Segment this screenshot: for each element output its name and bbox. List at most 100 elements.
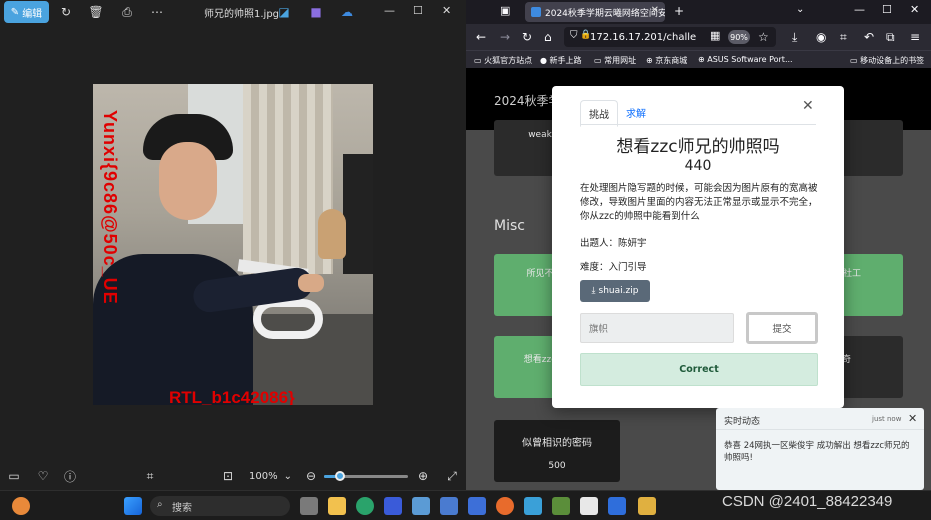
weather-icon[interactable] [12, 497, 30, 515]
print-icon[interactable]: ⎙ [119, 4, 135, 20]
lock-icon: 🔒 [580, 30, 592, 40]
forward-icon[interactable]: → [500, 30, 510, 44]
zoom-slider-thumb[interactable] [335, 471, 345, 481]
watermark-vertical: Yunxi{9c86@50c_UE [100, 110, 120, 305]
delete-icon[interactable]: 🗑 [88, 4, 104, 20]
challenge-card-title: 似曾相识的密码 [522, 438, 592, 449]
app-icon[interactable] [638, 497, 656, 515]
toast-title: 实时动态 [724, 417, 761, 427]
edge-icon[interactable] [356, 497, 374, 515]
toast-header: 实时动态 just now ✕ [716, 408, 924, 430]
more-icon[interactable]: ⋯ [149, 4, 165, 20]
active-tab[interactable]: 2024秋季学期云曦网络空间安 ✕ [525, 2, 665, 22]
tab-close-icon[interactable]: ✕ [651, 5, 659, 16]
shield-icon: ⛉ [570, 30, 578, 41]
photo-headphones [253, 299, 323, 339]
zoom-in-icon[interactable]: ⊕ [415, 468, 431, 484]
zoom-out-icon[interactable]: ⊖ [303, 468, 319, 484]
close-icon[interactable]: ✕ [802, 98, 814, 114]
download-file-button[interactable]: ⤓ shuai.zip [580, 280, 650, 302]
photo-viewer-window: ✎ 编辑 ↻ 🗑 ⎙ ⋯ 师兄的帅照1.jpg ◪ ■ ☁ — ☐ ✕ Yunx… [0, 0, 466, 490]
csdn-watermark: CSDN @2401_88422349 [722, 493, 893, 510]
undo-icon[interactable]: ↶ [864, 30, 874, 44]
zoom-badge[interactable]: 90% [728, 30, 750, 44]
task-view-icon[interactable] [300, 497, 318, 515]
watermark-bottom: RTL_b1c42086} [169, 388, 295, 405]
navigation-bar: ← → ↻ ⌂ ⛉ 🔒 172.16.17.201/challe ▦ 90% ☆… [466, 24, 931, 50]
fit-window-icon[interactable]: ⊡ [220, 468, 236, 484]
close-icon[interactable]: ✕ [910, 3, 919, 16]
tab-challenge[interactable]: 挑战 [580, 100, 618, 127]
close-icon[interactable]: ✕ [908, 412, 917, 425]
bookmark-item[interactable]: ▭ 火狐官方站点 [474, 55, 532, 66]
home-icon[interactable]: ⌂ [544, 30, 552, 44]
bookmark-item[interactable]: ▭ 移动设备上的书签 [850, 55, 924, 66]
flag-input[interactable]: 旗帜 [580, 313, 734, 343]
menu-icon[interactable]: ≡ [910, 30, 920, 44]
challenge-difficulty: 难度：入门引导 [580, 262, 647, 273]
browser-window: ▣ 2024秋季学期云曦网络空间安 ✕ + ⌄ — ☐ ✕ ← → ↻ ⌂ ⛉ … [466, 0, 931, 490]
windows-start-icon[interactable] [124, 497, 142, 515]
clipchamp-icon[interactable]: ■ [308, 4, 324, 20]
onedrive-icon[interactable]: ☁ [339, 4, 355, 20]
file-name: shuai.zip [598, 286, 639, 296]
minimize-icon[interactable]: — [854, 3, 865, 16]
search-icon: ⌕ [157, 499, 163, 510]
app-icon[interactable] [384, 497, 402, 515]
app-icon[interactable] [468, 497, 486, 515]
downloads-icon[interactable]: ⤓ [792, 30, 797, 45]
zoom-slider-fill [324, 475, 336, 478]
bookmark-item[interactable]: ⊕ 京东商城 [646, 55, 687, 66]
close-icon[interactable]: ✕ [442, 4, 451, 17]
edit-label: 编辑 [22, 8, 43, 20]
rotate-icon[interactable]: ↻ [58, 4, 74, 20]
extensions-icon[interactable]: ⧉ [886, 30, 895, 45]
bookmark-item[interactable]: ▭ 常用网址 [594, 55, 636, 66]
challenge-description: 在处理图片隐写题的时候，可能会因为图片原有的宽高被修改，导致图片里面的内容无法正… [580, 183, 818, 222]
tab-manager-icon[interactable]: ▣ [500, 4, 510, 17]
url-text: 172.16.17.201/challe [590, 31, 697, 43]
info-icon[interactable]: ⓘ [62, 468, 78, 484]
list-tabs-icon[interactable]: ⌄ [796, 4, 804, 15]
app-icon[interactable] [580, 497, 598, 515]
app-icon[interactable] [524, 497, 542, 515]
app-icon[interactable] [608, 497, 626, 515]
crop-icon[interactable]: ⌗ [840, 30, 847, 45]
tab-solves[interactable]: 求解 [618, 100, 654, 125]
photos-edit-icon[interactable]: ◪ [276, 4, 292, 20]
reload-icon[interactable]: ↻ [522, 30, 532, 44]
fullscreen-icon[interactable]: ⤢ [444, 468, 460, 484]
app-icon[interactable] [552, 497, 570, 515]
firefox-icon[interactable] [496, 497, 514, 515]
maximize-icon[interactable]: ☐ [882, 3, 892, 16]
qr-code-icon[interactable]: ▦ [710, 29, 720, 42]
tab-divider [580, 124, 816, 125]
challenge-card[interactable]: 似曾相识的密码 500 [494, 420, 620, 482]
visual-search-icon[interactable]: ⌗ [142, 468, 158, 484]
edit-button[interactable]: ✎ 编辑 [4, 1, 49, 23]
file-explorer-icon[interactable] [328, 497, 346, 515]
account-icon[interactable]: ◉ [816, 30, 826, 44]
new-tab-icon[interactable]: + [674, 4, 684, 18]
filmstrip-icon[interactable]: ▭ [6, 468, 22, 484]
app-icon[interactable] [440, 497, 458, 515]
bookmark-item[interactable]: ● 新手上路 [540, 55, 582, 66]
notification-toast: 实时动态 just now ✕ 恭喜 24网执一区柴俊宇 成功解出 想看zzc师… [716, 408, 924, 490]
toast-body: 恭喜 24网执一区柴俊宇 成功解出 想看zzc师兄的帅照吗! [724, 441, 910, 463]
site-title[interactable]: 2024秋季学 [494, 92, 561, 109]
store-icon[interactable] [412, 497, 430, 515]
ctf-page: 2024秋季学 weak Misc 所见不 社工 想看zzc 奇 似曾相识的密码… [466, 68, 931, 490]
taskbar-search[interactable]: ⌕ 搜索 [150, 496, 290, 516]
favicon-icon [531, 7, 541, 17]
maximize-icon[interactable]: ☐ [413, 4, 423, 17]
viewer-toolbar: ✎ 编辑 ↻ 🗑 ⎙ ⋯ 师兄的帅照1.jpg ◪ ■ ☁ — ☐ ✕ [0, 0, 466, 26]
bookmark-star-icon[interactable]: ☆ [758, 30, 769, 44]
zoom-select[interactable]: 100% ⌄ [243, 467, 293, 485]
tab-title: 2024秋季学期云曦网络空间安 [545, 8, 665, 19]
minimize-icon[interactable]: — [384, 4, 395, 17]
bookmarks-bar: ▭ 火狐官方站点 ● 新手上路 ▭ 常用网址 ⊕ 京东商城 ⊕ ASUS Sof… [466, 50, 931, 68]
submit-button[interactable]: 提交 [746, 312, 818, 344]
bookmark-item[interactable]: ⊕ ASUS Software Port... [698, 55, 793, 64]
back-icon[interactable]: ← [476, 30, 486, 44]
favorite-icon[interactable]: ♡ [35, 468, 51, 484]
